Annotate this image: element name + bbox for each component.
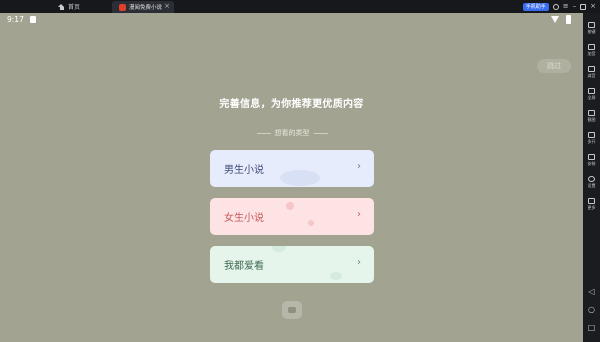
- choice-label: 男生小说: [224, 165, 264, 176]
- sidebar-label: 安装: [587, 161, 596, 166]
- phone-screen: 9:17 跳过 完善信息，为你推荐更优质内容 想看的类型 男生小说 › 女生小说…: [0, 13, 583, 342]
- sidebar-label: 减音: [587, 73, 596, 78]
- tab-home-label: 首页: [68, 4, 81, 11]
- keyboard-icon: [588, 22, 595, 28]
- sidebar-label: 更多: [587, 205, 596, 210]
- choice-male-novels[interactable]: 男生小说 ›: [210, 150, 374, 187]
- battery-icon: [566, 15, 571, 24]
- chevron-right-icon: ›: [357, 161, 361, 172]
- section-subtitle: 想看的类型: [230, 128, 354, 138]
- volume-up-icon: [588, 44, 595, 50]
- decoration: [286, 202, 294, 210]
- skip-button[interactable]: 跳过: [537, 59, 571, 73]
- tab-home[interactable]: 首页: [58, 1, 80, 12]
- sidebar-item-volume-up[interactable]: 加音: [583, 43, 600, 61]
- volume-down-icon: [588, 66, 595, 72]
- sidebar-item-install[interactable]: 安装: [583, 153, 600, 171]
- choice-love-all[interactable]: 我都爱看 ›: [210, 246, 374, 283]
- sidebar-label: 多开: [587, 139, 596, 144]
- sidebar-item-multi-instance[interactable]: 多开: [583, 131, 600, 149]
- chevron-right-icon: ›: [357, 257, 361, 268]
- back-icon[interactable]: ◁: [587, 287, 596, 296]
- sidebar-label: 全屏: [587, 95, 596, 100]
- sidebar-item-screenshot[interactable]: 截图: [583, 109, 600, 127]
- decoration: [330, 272, 342, 280]
- phone-helper-button[interactable]: 手机助手: [522, 2, 549, 11]
- status-bar: 9:17: [0, 13, 583, 27]
- install-icon: [588, 154, 595, 160]
- gamepad-icon: [282, 301, 302, 319]
- choice-label: 女生小说: [224, 213, 264, 224]
- sidebar-label: 设置: [587, 183, 596, 188]
- emulator-sidebar: 按键 加音 减音 全屏 截图 多开 安装 设置 更多 ◁ ○ □: [583, 13, 600, 342]
- fullscreen-icon: [588, 88, 595, 94]
- wifi-icon: [551, 16, 559, 23]
- choice-female-novels[interactable]: 女生小说 ›: [210, 198, 374, 235]
- recents-icon[interactable]: □: [587, 323, 596, 332]
- home-icon: [58, 3, 65, 10]
- sidebar-item-more[interactable]: 更多: [583, 197, 600, 215]
- divider-right: [313, 132, 328, 134]
- decoration: [308, 220, 314, 226]
- gamepad-icon[interactable]: [552, 3, 559, 10]
- window-controls: 手机助手 ≡ – ×: [522, 2, 596, 11]
- choice-label: 我都爱看: [224, 261, 264, 272]
- minimize-icon[interactable]: –: [573, 2, 577, 11]
- sidebar-item-keys[interactable]: 按键: [583, 21, 600, 39]
- settings-icon: [588, 176, 595, 182]
- sidebar-item-settings[interactable]: 设置: [583, 175, 600, 193]
- tab-app[interactable]: 漫阅免费小说 ×: [112, 1, 174, 13]
- notification-icon: [30, 16, 36, 23]
- screenshot-icon: [588, 110, 595, 116]
- divider-left: [256, 132, 271, 134]
- tab-app-label: 漫阅免费小说: [129, 5, 163, 11]
- maximize-icon[interactable]: [580, 3, 587, 10]
- sidebar-label: 截图: [587, 117, 596, 122]
- more-icon: [588, 198, 595, 204]
- home-icon[interactable]: ○: [587, 305, 596, 314]
- sidebar-label: 加音: [587, 51, 596, 56]
- multi-instance-icon: [588, 132, 595, 138]
- menu-icon[interactable]: ≡: [563, 2, 569, 11]
- sidebar-label: 按键: [587, 29, 596, 34]
- close-window-icon[interactable]: ×: [590, 2, 596, 11]
- sidebar-item-fullscreen[interactable]: 全屏: [583, 87, 600, 105]
- emulator-tab-bar: 首页 漫阅免费小说 × 手机助手 ≡ – ×: [0, 0, 600, 13]
- subtitle-text: 想看的类型: [274, 129, 310, 137]
- close-icon[interactable]: ×: [164, 2, 170, 10]
- status-time: 9:17: [7, 15, 24, 24]
- decoration: [272, 246, 286, 252]
- decoration: [280, 170, 320, 186]
- sidebar-item-volume-down[interactable]: 减音: [583, 65, 600, 83]
- page-title: 完善信息，为你推荐更优质内容: [219, 99, 364, 110]
- chevron-right-icon: ›: [357, 209, 361, 220]
- app-icon: [119, 3, 126, 11]
